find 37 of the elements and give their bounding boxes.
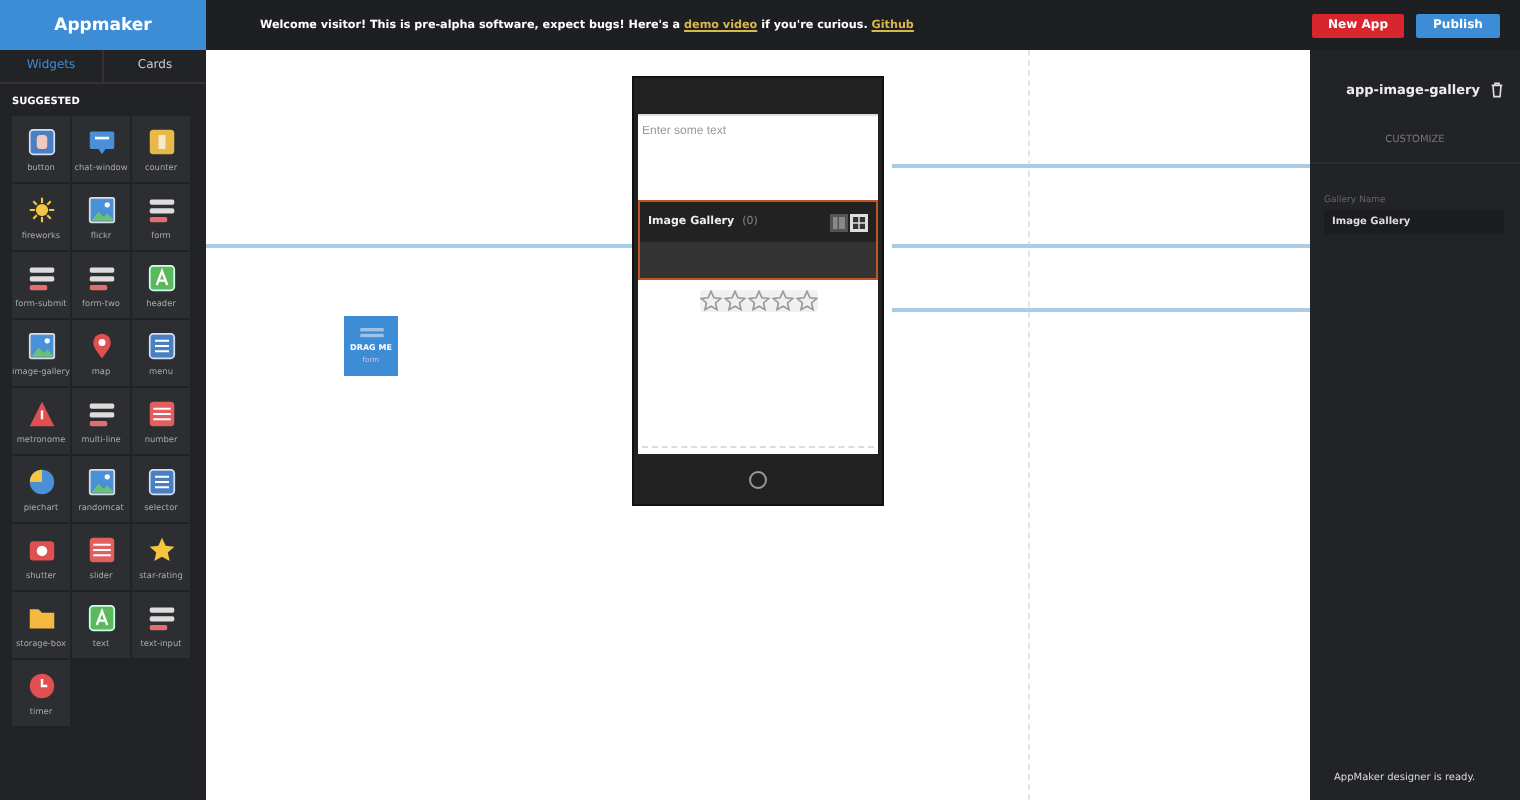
camera-icon xyxy=(27,535,55,563)
chat-icon xyxy=(87,127,115,155)
form-icon xyxy=(87,399,115,427)
list-icon xyxy=(147,399,175,427)
star-icon[interactable] xyxy=(699,290,721,312)
form-icon xyxy=(147,195,175,223)
image-icon xyxy=(27,331,55,359)
lines-icon xyxy=(359,328,383,338)
counter-icon xyxy=(147,127,175,155)
letter-icon xyxy=(87,603,115,631)
list-icon xyxy=(147,467,175,495)
star-rating[interactable] xyxy=(699,290,817,312)
map-pin-icon xyxy=(87,331,115,359)
star-icon[interactable] xyxy=(747,290,769,312)
home-button-icon[interactable] xyxy=(748,469,768,489)
image-icon xyxy=(87,195,115,223)
letter-icon xyxy=(147,263,175,291)
form-icon xyxy=(27,263,55,291)
list-view-icon[interactable] xyxy=(830,213,848,231)
form-icon xyxy=(87,263,115,291)
list-icon xyxy=(87,535,115,563)
sun-icon xyxy=(27,195,55,223)
star-icon[interactable] xyxy=(723,290,745,312)
folder-icon xyxy=(27,603,55,631)
star-icon[interactable] xyxy=(795,290,817,312)
warning-icon xyxy=(27,399,55,427)
button-icon xyxy=(27,127,55,155)
trash-icon[interactable] xyxy=(1490,82,1504,98)
list-icon xyxy=(147,331,175,359)
image-icon xyxy=(87,467,115,495)
form-icon xyxy=(147,603,175,631)
clock-icon xyxy=(27,671,55,699)
pie-chart-icon xyxy=(27,467,55,495)
app-logo: Appmaker xyxy=(0,0,206,50)
star-icon xyxy=(147,535,175,563)
grid-view-icon[interactable] xyxy=(850,213,868,231)
star-icon[interactable] xyxy=(771,290,793,312)
